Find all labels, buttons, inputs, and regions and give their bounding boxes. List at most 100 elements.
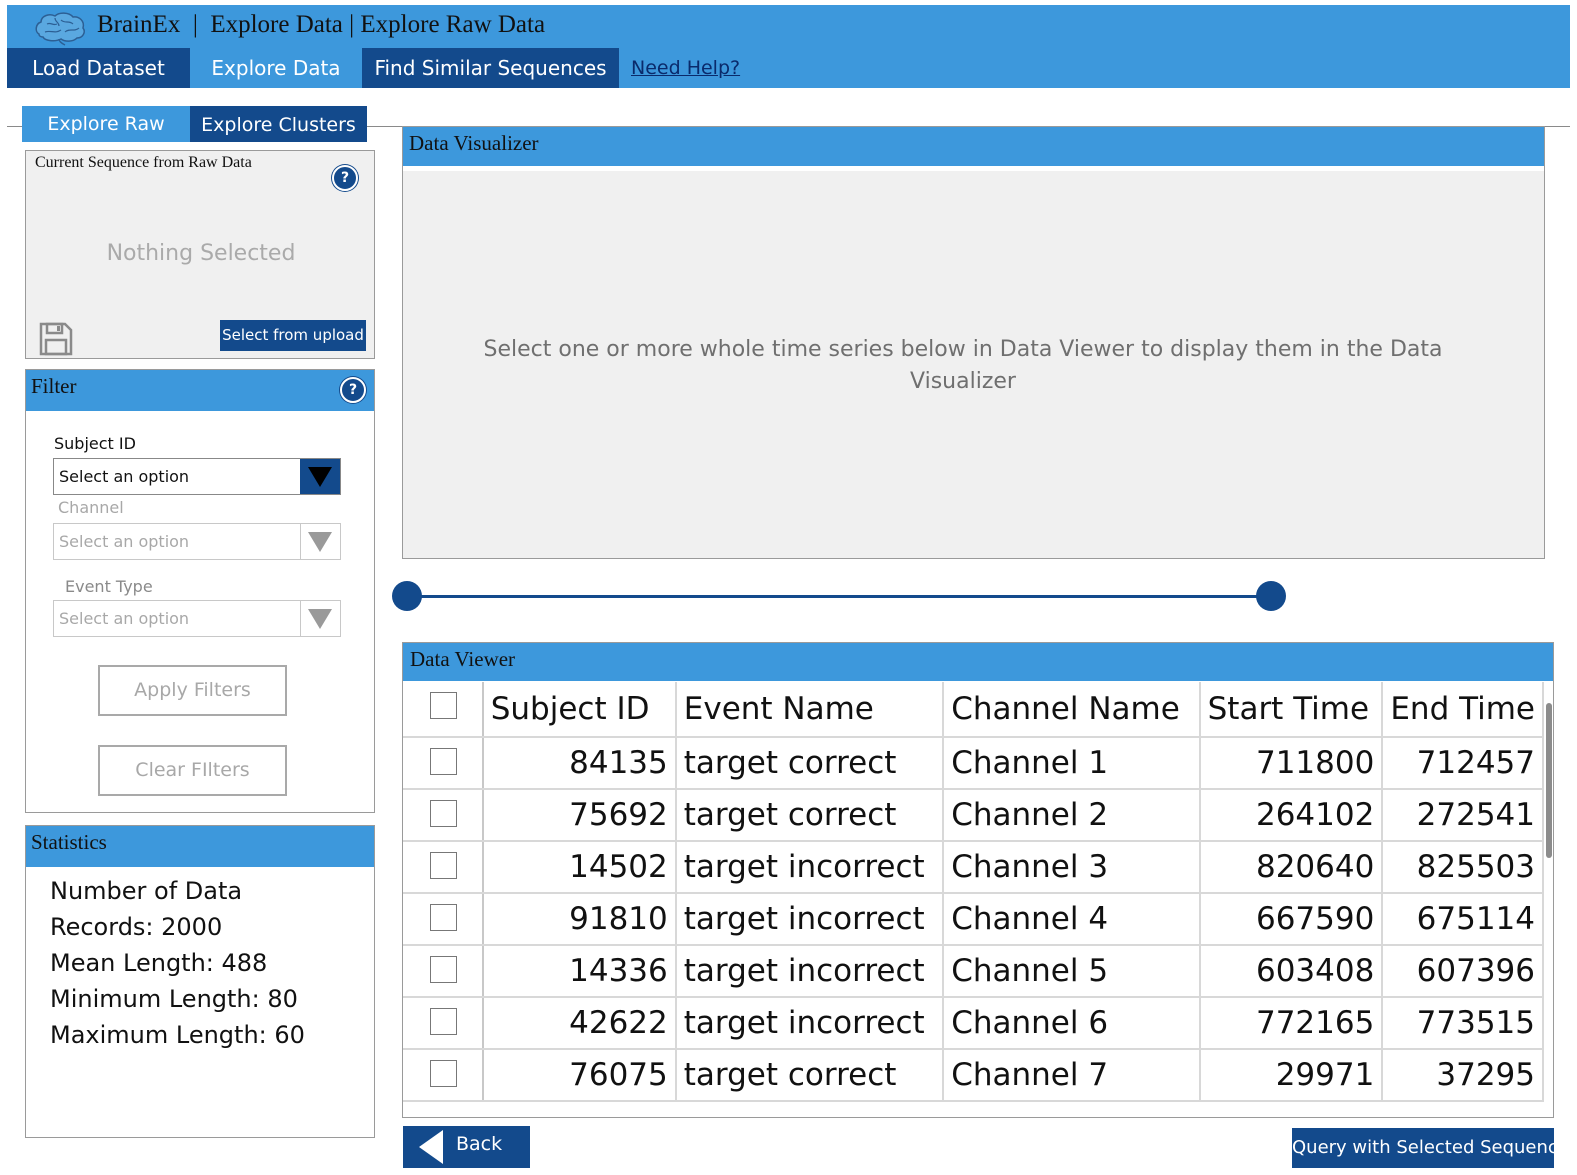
chevron-down-icon <box>300 459 340 494</box>
column-header-start-time[interactable]: Start Time <box>1199 682 1384 738</box>
table-row[interactable]: 14502 target incorrect Channel 3 820640 … <box>403 841 1544 894</box>
data-table: Subject ID Event Name Channel Name Start… <box>403 682 1544 1102</box>
column-header-end-time[interactable]: End Time <box>1382 682 1544 738</box>
back-button-label: Back <box>456 1133 503 1155</box>
viewer-title: Data Viewer <box>410 647 516 671</box>
column-header-event-name[interactable]: Event Name <box>675 682 945 738</box>
nav-load-dataset[interactable]: Load Dataset <box>7 48 190 88</box>
filter-header: Filter ? <box>26 370 374 411</box>
cell-event-name: target correct <box>675 789 945 842</box>
cell-end-time: 712457 <box>1382 737 1544 790</box>
back-button[interactable]: Back <box>403 1126 530 1168</box>
cell-event-name: target incorrect <box>675 841 945 894</box>
subject-id-value: Select an option <box>59 467 190 486</box>
filter-help-icon[interactable]: ? <box>340 377 366 403</box>
data-viewer-panel: Data Viewer Subject ID Event Name Channe… <box>402 642 1554 1118</box>
table-row[interactable]: 75692 target correct Channel 2 264102 27… <box>403 789 1544 842</box>
cell-subject-id: 75692 <box>482 789 677 842</box>
select-all-cell <box>403 682 484 738</box>
cell-end-time: 272541 <box>1382 789 1544 842</box>
event-type-label: Event Type <box>65 577 153 596</box>
range-slider-start-handle[interactable] <box>392 581 422 611</box>
stat-line: Mean Length: 488 <box>50 949 268 977</box>
visualizer-canvas[interactable]: Select one or more whole time series bel… <box>403 171 1544 558</box>
table-row[interactable]: 42622 target incorrect Channel 6 772165 … <box>403 997 1544 1050</box>
cell-start-time: 667590 <box>1199 893 1384 946</box>
range-slider-track[interactable] <box>408 595 1270 598</box>
need-help-link[interactable]: Need Help? <box>631 48 740 88</box>
table-row[interactable]: 76075 target correct Channel 7 29971 372… <box>403 1049 1544 1102</box>
table-row[interactable]: 91810 target incorrect Channel 4 667590 … <box>403 893 1544 946</box>
arrow-left-icon <box>419 1130 443 1164</box>
row-checkbox[interactable] <box>430 904 457 931</box>
current-sequence-panel: Current Sequence from Raw Data ? Nothing… <box>25 150 375 359</box>
filter-panel: Filter ? Subject ID Select an option Cha… <box>25 369 375 813</box>
table-row[interactable]: 84135 target correct Channel 1 711800 71… <box>403 737 1544 790</box>
cell-end-time: 607396 <box>1382 945 1544 998</box>
stat-line: Minimum Length: 80 <box>50 985 298 1013</box>
cell-channel-name: Channel 1 <box>943 737 1201 790</box>
column-header-subject-id[interactable]: Subject ID <box>482 682 677 738</box>
nav-explore-data[interactable]: Explore Data <box>190 48 362 88</box>
save-icon[interactable] <box>38 321 74 357</box>
tab-explore-clusters[interactable]: Explore Clusters <box>190 106 367 142</box>
filter-title: Filter <box>31 374 77 398</box>
channel-label: Channel <box>58 498 124 517</box>
row-select-cell <box>403 789 484 842</box>
cell-channel-name: Channel 6 <box>943 997 1201 1050</box>
nav-find-similar-sequences[interactable]: Find Similar Sequences <box>362 48 619 88</box>
clear-filters-button[interactable]: Clear FIlters <box>98 745 287 796</box>
event-type-value: Select an option <box>59 609 190 628</box>
cell-subject-id: 91810 <box>482 893 677 946</box>
row-checkbox[interactable] <box>430 1060 457 1087</box>
row-checkbox[interactable] <box>430 748 457 775</box>
stat-line: Number of Data <box>50 877 243 905</box>
cell-channel-name: Channel 2 <box>943 789 1201 842</box>
cell-start-time: 711800 <box>1199 737 1384 790</box>
stat-line: Records: 2000 <box>50 913 223 941</box>
select-from-upload-button[interactable]: Select from upload <box>220 320 366 351</box>
tab-explore-raw-data[interactable]: Explore Raw Data <box>22 106 190 171</box>
cell-end-time: 37295 <box>1382 1049 1544 1102</box>
cell-start-time: 29971 <box>1199 1049 1384 1102</box>
range-slider-end-handle[interactable] <box>1256 581 1286 611</box>
row-checkbox[interactable] <box>430 1008 457 1035</box>
cell-channel-name: Channel 4 <box>943 893 1201 946</box>
statistics-panel: Statistics Number of Data Records: 2000 … <box>25 825 375 1138</box>
cell-start-time: 264102 <box>1199 789 1384 842</box>
row-checkbox[interactable] <box>430 800 457 827</box>
stat-line: Maximum Length: 60 <box>50 1021 305 1049</box>
visualizer-header: Data Visualizer <box>403 127 1544 166</box>
subject-id-label: Subject ID <box>54 434 136 453</box>
row-checkbox[interactable] <box>430 956 457 983</box>
apply-filters-button[interactable]: Apply Filters <box>98 665 287 716</box>
cell-subject-id: 14502 <box>482 841 677 894</box>
row-select-cell <box>403 737 484 790</box>
app-title: BrainEx | Explore Data | Explore Raw Dat… <box>97 11 546 38</box>
channel-value: Select an option <box>59 532 190 551</box>
table-row[interactable]: 14336 target incorrect Channel 5 603408 … <box>403 945 1544 998</box>
query-with-selected-sequence-button[interactable]: Query with Selected Sequence <box>1292 1128 1569 1168</box>
row-select-cell <box>403 945 484 998</box>
row-select-cell <box>403 1049 484 1102</box>
row-checkbox[interactable] <box>430 852 457 879</box>
title-bar: BrainEx | Explore Data | Explore Raw Dat… <box>7 5 1570 48</box>
row-select-cell <box>403 893 484 946</box>
sequence-help-icon[interactable]: ? <box>332 165 358 191</box>
select-all-checkbox[interactable] <box>430 692 457 719</box>
column-header-channel-name[interactable]: Channel Name <box>943 682 1201 738</box>
cell-channel-name: Channel 3 <box>943 841 1201 894</box>
channel-select[interactable]: Select an option <box>53 523 341 560</box>
cell-event-name: target correct <box>675 1049 945 1102</box>
event-type-select[interactable]: Select an option <box>53 600 341 637</box>
cell-subject-id: 76075 <box>482 1049 677 1102</box>
subject-id-select[interactable]: Select an option <box>53 458 341 495</box>
cell-subject-id: 42622 <box>482 997 677 1050</box>
chevron-down-icon <box>300 601 332 636</box>
table-scrollbar[interactable] <box>1546 703 1552 858</box>
cell-start-time: 820640 <box>1199 841 1384 894</box>
cell-start-time: 772165 <box>1199 997 1384 1050</box>
cell-end-time: 825503 <box>1382 841 1544 894</box>
table-header-row: Subject ID Event Name Channel Name Start… <box>403 682 1544 738</box>
cell-end-time: 675114 <box>1382 893 1544 946</box>
